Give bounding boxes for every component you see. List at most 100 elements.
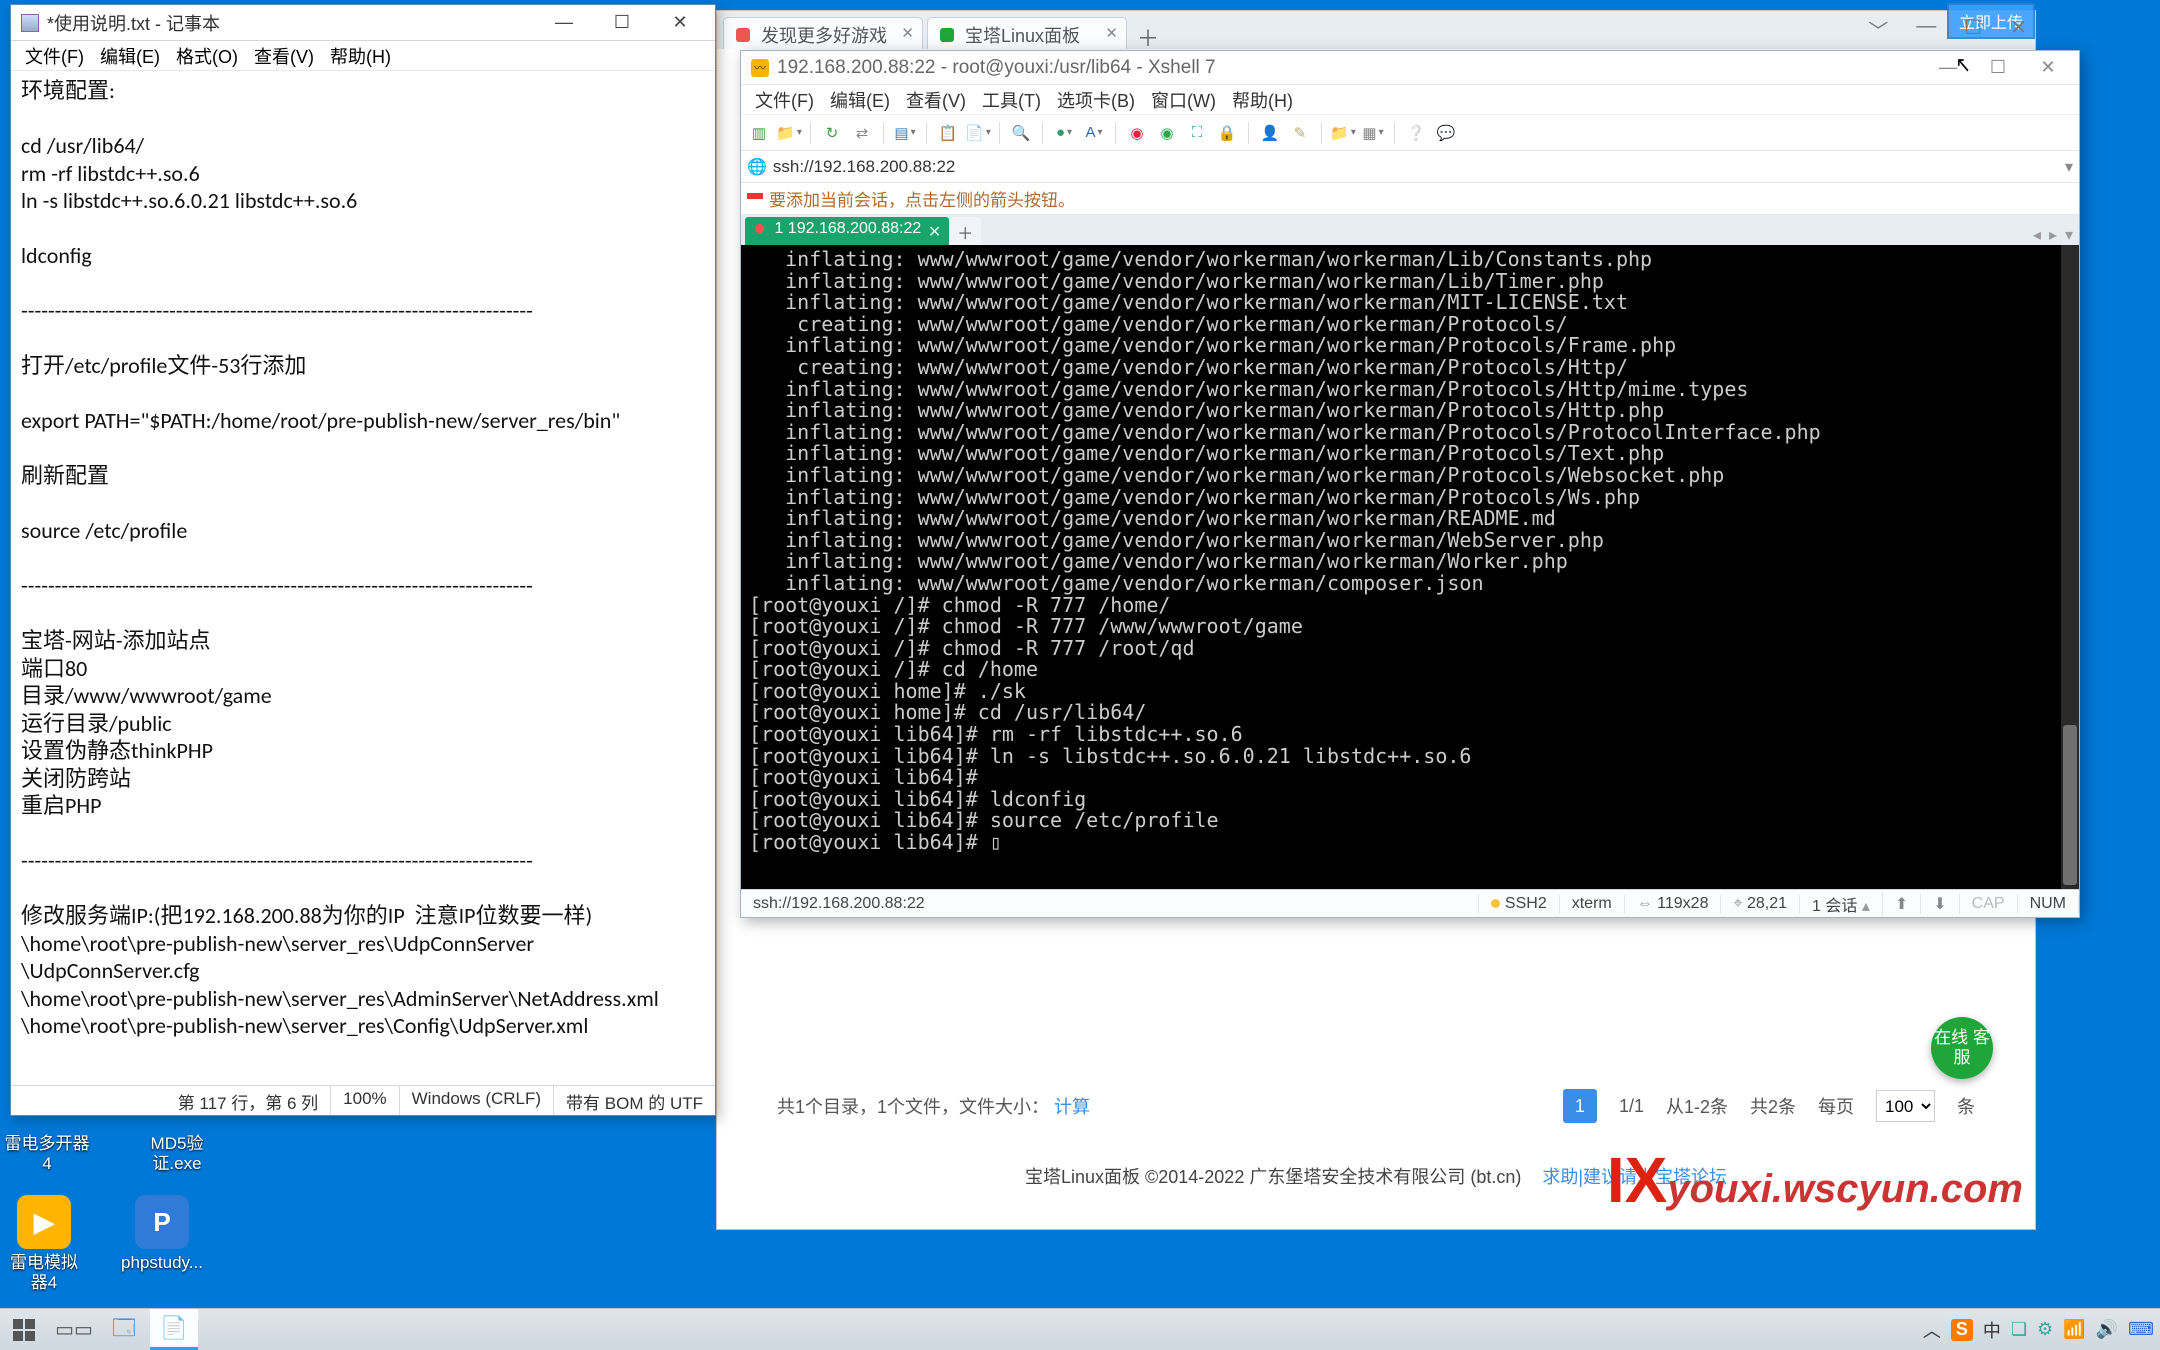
status-zoom: 100% <box>330 1086 398 1115</box>
tb-fullscreen-icon[interactable]: ⛶ <box>1185 121 1209 145</box>
xshell-titlebar[interactable]: 〰 192.168.200.88:22 - root@youxi:/usr/li… <box>741 51 2079 85</box>
tb-find-icon[interactable]: 🔍 <box>1009 121 1033 145</box>
notepad-icon <box>21 14 39 32</box>
desktop-icon-1[interactable]: ▶ 雷电模拟器4 <box>4 1195 84 1294</box>
tb-help-icon[interactable]: ❔ <box>1404 121 1428 145</box>
browser-maximize-icon[interactable]: ☐ <box>1964 15 1982 44</box>
tb-new-icon[interactable]: ▥ <box>747 121 771 145</box>
pager-range: 从1-2条 <box>1666 1093 1728 1119</box>
system-tray: ︿ S 中 ❏ ⚙ 📶 🔊 ⌨ <box>1923 1309 2154 1350</box>
tb-green-icon[interactable]: ◉ <box>1155 121 1179 145</box>
desktop-icon-1-label: 雷电模拟器4 <box>4 1253 84 1294</box>
xs-menu-help[interactable]: 帮助(H) <box>1226 85 1299 115</box>
st-size: ⇔ 119x28 <box>1625 895 1722 913</box>
st-addr: ssh://192.168.200.88:22 <box>741 895 1479 913</box>
start-button[interactable] <box>0 1309 48 1350</box>
browser-minimize-icon[interactable]: — <box>1916 15 1936 44</box>
menu-format[interactable]: 格式(O) <box>170 41 244 71</box>
menu-edit[interactable]: 编辑(E) <box>94 41 166 71</box>
taskbar-app-1[interactable]: 🗔 <box>100 1309 148 1350</box>
st-down: ⬇ <box>1921 894 1959 914</box>
network-icon[interactable]: 📶 <box>2063 1319 2085 1340</box>
tb-properties-icon[interactable]: ▤ <box>893 121 917 145</box>
terminal-output: inflating: www/wwwroot/game/vendor/worke… <box>749 247 1821 854</box>
xs-new-tab[interactable]: ＋ <box>949 217 981 245</box>
menu-help[interactable]: 帮助(H) <box>324 41 397 71</box>
browser-tab-2[interactable]: 宝塔Linux面板 ✕ <box>927 17 1127 49</box>
tb-lock-icon[interactable]: 🔒 <box>1215 121 1239 145</box>
terminal[interactable]: inflating: www/wwwroot/game/vendor/worke… <box>741 245 2079 889</box>
tb-chat-icon[interactable]: 💬 <box>1434 121 1458 145</box>
xs-session-tab[interactable]: 1 192.168.200.88:22 ✕ <box>745 217 949 245</box>
tb-user-icon[interactable]: 👤 <box>1258 121 1282 145</box>
browser-dropdown-icon[interactable]: ﹀ <box>1868 15 1888 44</box>
terminal-scrollbar[interactable] <box>2061 245 2079 889</box>
xs-tab-close[interactable]: ✕ <box>928 222 941 242</box>
footer-text: 宝塔Linux面板 ©2014-2022 广东堡塔安全技术有限公司 (bt.cn… <box>1025 1167 1521 1187</box>
browser-tab-1[interactable]: 发现更多好游戏 ✕ <box>723 17 923 49</box>
scrollbar-thumb[interactable] <box>2063 725 2077 885</box>
xs-menu-tab[interactable]: 选项卡(B) <box>1051 85 1141 115</box>
pager-perpage-label: 每页 <box>1818 1093 1854 1119</box>
desktop-icon-2[interactable]: P phpstudy... <box>122 1195 202 1294</box>
pager-current[interactable]: 1 <box>1563 1089 1597 1123</box>
xshell-addressbar: 🌐 ssh://192.168.200.88:22 ▾ <box>741 151 2079 183</box>
minimize-button[interactable]: — <box>535 9 593 37</box>
status-pos: 第 117 行，第 6 列 <box>11 1086 330 1115</box>
tb-grid-icon[interactable]: ▦ <box>1361 121 1385 145</box>
tb-folder2-icon[interactable]: 📁 <box>1331 121 1355 145</box>
tb-color-icon[interactable]: ● <box>1052 121 1076 145</box>
tab-close-1[interactable]: ✕ <box>901 24 914 42</box>
xs-menu-view[interactable]: 查看(V) <box>900 85 972 115</box>
tb-disconnect-icon[interactable]: ⇄ <box>850 121 874 145</box>
close-button[interactable]: ✕ <box>651 9 709 37</box>
notepad-content[interactable]: 环境配置: cd /usr/lib64/ rm -rf libstdc++.so… <box>21 77 705 1040</box>
desktop-icon-label-b[interactable]: MD5验证.exe <box>132 1134 222 1175</box>
browser-tabbar: 发现更多好游戏 ✕ 宝塔Linux面板 ✕ ＋ <box>717 11 2035 49</box>
xs-menu-tools[interactable]: 工具(T) <box>976 85 1047 115</box>
globe-icon: 🌐 <box>747 157 767 177</box>
tb-paste-icon[interactable]: 📄 <box>966 121 990 145</box>
st-sess[interactable]: 1 会话 ▴ <box>1800 892 1883 916</box>
xs-address[interactable]: ssh://192.168.200.88:22 <box>773 157 2059 177</box>
browser-close-icon[interactable]: ✕ <box>2010 15 2027 44</box>
tb-key-icon[interactable]: ✎ <box>1288 121 1312 145</box>
tb-font-icon[interactable]: A <box>1082 121 1106 145</box>
notepad-titlebar[interactable]: *使用说明.txt - 记事本 — ☐ ✕ <box>11 5 715 41</box>
xs-menu-window[interactable]: 窗口(W) <box>1145 85 1222 115</box>
tray-icon-a[interactable]: ❏ <box>2011 1319 2027 1340</box>
new-tab-button[interactable]: ＋ <box>1131 17 1165 49</box>
xs-close[interactable]: ✕ <box>2023 55 2073 81</box>
tab-next-icon[interactable]: ▸ <box>2049 225 2057 245</box>
pager-perpage-select[interactable]: 100 <box>1876 1090 1935 1122</box>
tab-close-2[interactable]: ✕ <box>1105 24 1118 42</box>
notepad-editor[interactable]: 环境配置: cd /usr/lib64/ rm -rf libstdc++.so… <box>11 71 715 1085</box>
favicon-1 <box>736 28 750 42</box>
taskbar-app-2[interactable]: 📄 <box>150 1309 198 1350</box>
menu-view[interactable]: 查看(V) <box>248 41 320 71</box>
pager-calc-link[interactable]: 计算 <box>1054 1097 1090 1117</box>
xs-menu-file[interactable]: 文件(F) <box>749 85 820 115</box>
tb-copy-icon[interactable]: 📋 <box>936 121 960 145</box>
keyboard-icon[interactable]: ⌨ <box>2128 1319 2154 1340</box>
task-view-button[interactable]: ▭▭ <box>50 1309 98 1350</box>
xs-menu-edit[interactable]: 编辑(E) <box>824 85 896 115</box>
volume-icon[interactable]: 🔊 <box>2096 1319 2118 1340</box>
desktop-icon-2-label: phpstudy... <box>121 1253 203 1273</box>
ime-sogou-icon[interactable]: S <box>1951 1319 1973 1341</box>
tab-prev-icon[interactable]: ◂ <box>2033 225 2041 245</box>
address-dropdown-icon[interactable]: ▾ <box>2065 157 2073 177</box>
tray-chevron-icon[interactable]: ︿ <box>1923 1317 1941 1343</box>
tb-open-icon[interactable]: 📁 <box>777 121 801 145</box>
menu-file[interactable]: 文件(F) <box>19 41 90 71</box>
xs-maximize[interactable]: ☐ <box>1973 55 2023 81</box>
tb-red-icon[interactable]: ◉ <box>1125 121 1149 145</box>
ime-lang-icon[interactable]: 中 <box>1983 1317 2001 1343</box>
tray-icon-b[interactable]: ⚙ <box>2037 1319 2053 1340</box>
tb-reconnect-icon[interactable]: ↻ <box>820 121 844 145</box>
favicon-2 <box>940 28 954 42</box>
desktop-icon-label-a[interactable]: 雷电多开器4 <box>2 1134 92 1175</box>
maximize-button[interactable]: ☐ <box>593 9 651 37</box>
tab-list-icon[interactable]: ▾ <box>2065 225 2073 245</box>
online-service-button[interactable]: 在线 客服 <box>1931 1017 1993 1079</box>
